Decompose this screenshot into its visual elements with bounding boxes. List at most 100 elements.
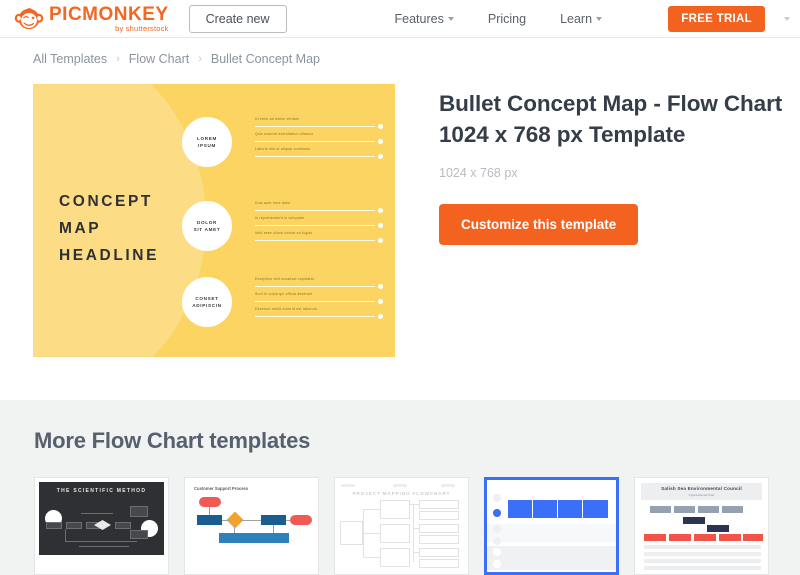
preview-bullet-text: Excepteur sint occaecat cupidatat: [255, 277, 314, 281]
thumb-org-row: [644, 566, 761, 570]
picmonkey-logo[interactable]: PICMONKEY by shutterstock: [14, 5, 169, 33]
preview-bullet-row: Sunt in culpa qui officia deserunt: [255, 292, 383, 307]
bullet-dot-icon: [378, 153, 383, 159]
thumb-org-node: [707, 525, 729, 532]
thumb-node-box: [219, 533, 243, 543]
nav-label-features: Features: [394, 11, 444, 26]
preview-circle-3: CONSET ADIPISCIN: [182, 277, 232, 327]
main-nav: Features Pricing Learn: [395, 12, 603, 26]
thumb-org-node: [743, 534, 763, 541]
breadcrumb-separator: ›: [198, 53, 202, 65]
thumb-title-org-chart: Salish Sea Environmental Council: [661, 486, 742, 491]
page-title: Bullet Concept Map - Flow Chart 1024 x 7…: [439, 88, 782, 150]
nav-label-pricing: Pricing: [487, 11, 527, 26]
template-thumbnail-org-chart[interactable]: Salish Sea Environmental Council Organiz…: [634, 477, 769, 575]
preview-headline-line-2: MAP: [59, 220, 102, 237]
bullet-dot-icon: [378, 222, 383, 228]
thumb-subtitle-org-chart: Organizational Chart: [688, 493, 715, 497]
thumb-start-pill: [199, 497, 221, 507]
create-new-button[interactable]: Create new: [188, 4, 287, 33]
preview-bullet-text: Quis nostrud exercitation ullamco: [255, 132, 314, 136]
preview-headline: CONCEPT MAP HEADLINE: [59, 188, 159, 269]
thumb-connector: [234, 526, 235, 533]
preview-bullet-text: In reprehenderit in voluptate: [255, 216, 305, 220]
thumb-org-node: [722, 506, 743, 513]
page-title-line-2: 1024 x 768 px Template: [439, 122, 686, 147]
preview-bullet-row: Excepteur sint occaecat cupidatat: [255, 277, 383, 292]
thumb-row-band: [487, 546, 616, 570]
breadcrumb-item-all-templates[interactable]: All Templates: [33, 52, 107, 66]
thumb-title-customer-support: Customer Support Process: [194, 486, 249, 491]
template-thumbnail-list: THE SCIENTIFIC METHOD Customer Support P…: [34, 477, 800, 575]
breadcrumb-item-flow-chart[interactable]: Flow Chart: [129, 52, 189, 66]
chevron-down-icon: [784, 17, 790, 21]
thumb-timeline-bar: [558, 500, 582, 518]
thumb-connector: [363, 557, 380, 558]
thumb-node-box: [419, 500, 459, 509]
preview-bullet-text: Deserunt mollit anim id est laborum: [255, 307, 317, 311]
template-preview-image[interactable]: CONCEPT MAP HEADLINE LOREM IPSUM DOLOR S…: [33, 84, 395, 357]
preview-bullet-text: Duis aute irure dolor: [255, 201, 291, 205]
thumb-node-box: [380, 500, 410, 519]
breadcrumb: All Templates › Flow Chart › Bullet Conc…: [0, 38, 800, 66]
thumb-connector: [209, 507, 210, 515]
thumb-connector: [222, 520, 229, 521]
thumb-node-box: [419, 559, 459, 568]
thumb-org-row: [644, 545, 761, 549]
template-dimensions: 1024 x 768 px: [439, 166, 518, 180]
thumb-org-node: [694, 534, 716, 541]
preview-bullet-text: Velit esse cillum dolore eu fugiat: [255, 231, 312, 235]
thumb-connector: [65, 529, 66, 541]
monkey-icon: [14, 7, 44, 31]
bullet-line: [255, 240, 375, 241]
preview-circle-2-line2: SIT AMET: [193, 227, 221, 232]
thumb-node-box: [419, 548, 459, 557]
thumb-timeline-bar: [583, 500, 608, 518]
logo-wordmark: PICMONKEY: [49, 3, 169, 25]
bullet-line: [255, 210, 375, 211]
thumb-connector: [413, 528, 419, 529]
thumb-node-box: [130, 530, 148, 539]
thumb-org-node: [698, 506, 719, 513]
thumb-title-project-mapping: PROJECT MAPPING FLOWCHART: [352, 491, 451, 496]
nav-item-features[interactable]: Features: [395, 12, 454, 26]
page-title-line-1: Bullet Concept Map - Flow Chart: [439, 91, 783, 116]
preview-headline-line-1: CONCEPT: [59, 193, 153, 210]
thumb-row-dot: [493, 494, 501, 502]
nav-label-learn: Learn: [560, 11, 593, 26]
thumb-node-box: [265, 533, 289, 543]
template-thumbnail-project-mapping[interactable]: PROJECT MAPPING FLOWCHART: [334, 477, 469, 575]
thumb-connector: [363, 533, 380, 534]
thumb-connector: [286, 520, 290, 521]
template-detail: CONCEPT MAP HEADLINE LOREM IPSUM DOLOR S…: [0, 66, 800, 357]
thumb-node-box: [115, 522, 131, 529]
preview-bullet-row: Duis aute irure dolor: [255, 201, 383, 216]
account-menu[interactable]: [779, 17, 790, 21]
thumb-node-box: [130, 506, 148, 517]
site-header: PICMONKEY by shutterstock Create new Fea…: [0, 0, 800, 38]
bullet-dot-icon: [378, 138, 383, 144]
preview-bullet-group-3: Excepteur sint occaecat cupidatat Sunt i…: [255, 277, 383, 322]
template-thumbnail-customer-support[interactable]: Customer Support Process: [184, 477, 319, 575]
thumb-timeline-bar: [508, 500, 532, 518]
thumb-connector: [413, 504, 414, 562]
bullet-dot-icon: [378, 123, 383, 129]
thumb-connector: [413, 552, 419, 553]
preview-circle-1-line2: IPSUM: [197, 143, 217, 148]
bullet-dot-icon: [378, 283, 383, 289]
thumb-row-dot: [493, 525, 501, 533]
template-thumbnail-timeline[interactable]: [484, 477, 619, 575]
free-trial-button[interactable]: FREE TRIAL: [668, 6, 765, 32]
preview-bullet-text: Sunt in culpa qui officia deserunt: [255, 292, 313, 296]
preview-bullet-text: Ut enim ad minim veniam: [255, 117, 300, 121]
template-thumbnail-scientific-method[interactable]: THE SCIENTIFIC METHOD: [34, 477, 169, 575]
thumb-header-bar: [341, 484, 355, 487]
customize-template-button[interactable]: Customize this template: [439, 204, 639, 245]
preview-circle-3-line1: CONSET: [195, 296, 219, 301]
bullet-line: [255, 301, 375, 302]
thumb-org-row: [644, 552, 761, 556]
thumb-connector: [273, 525, 274, 533]
nav-item-pricing[interactable]: Pricing: [488, 12, 526, 26]
thumb-node-box: [419, 511, 459, 520]
nav-item-learn[interactable]: Learn: [560, 11, 603, 26]
